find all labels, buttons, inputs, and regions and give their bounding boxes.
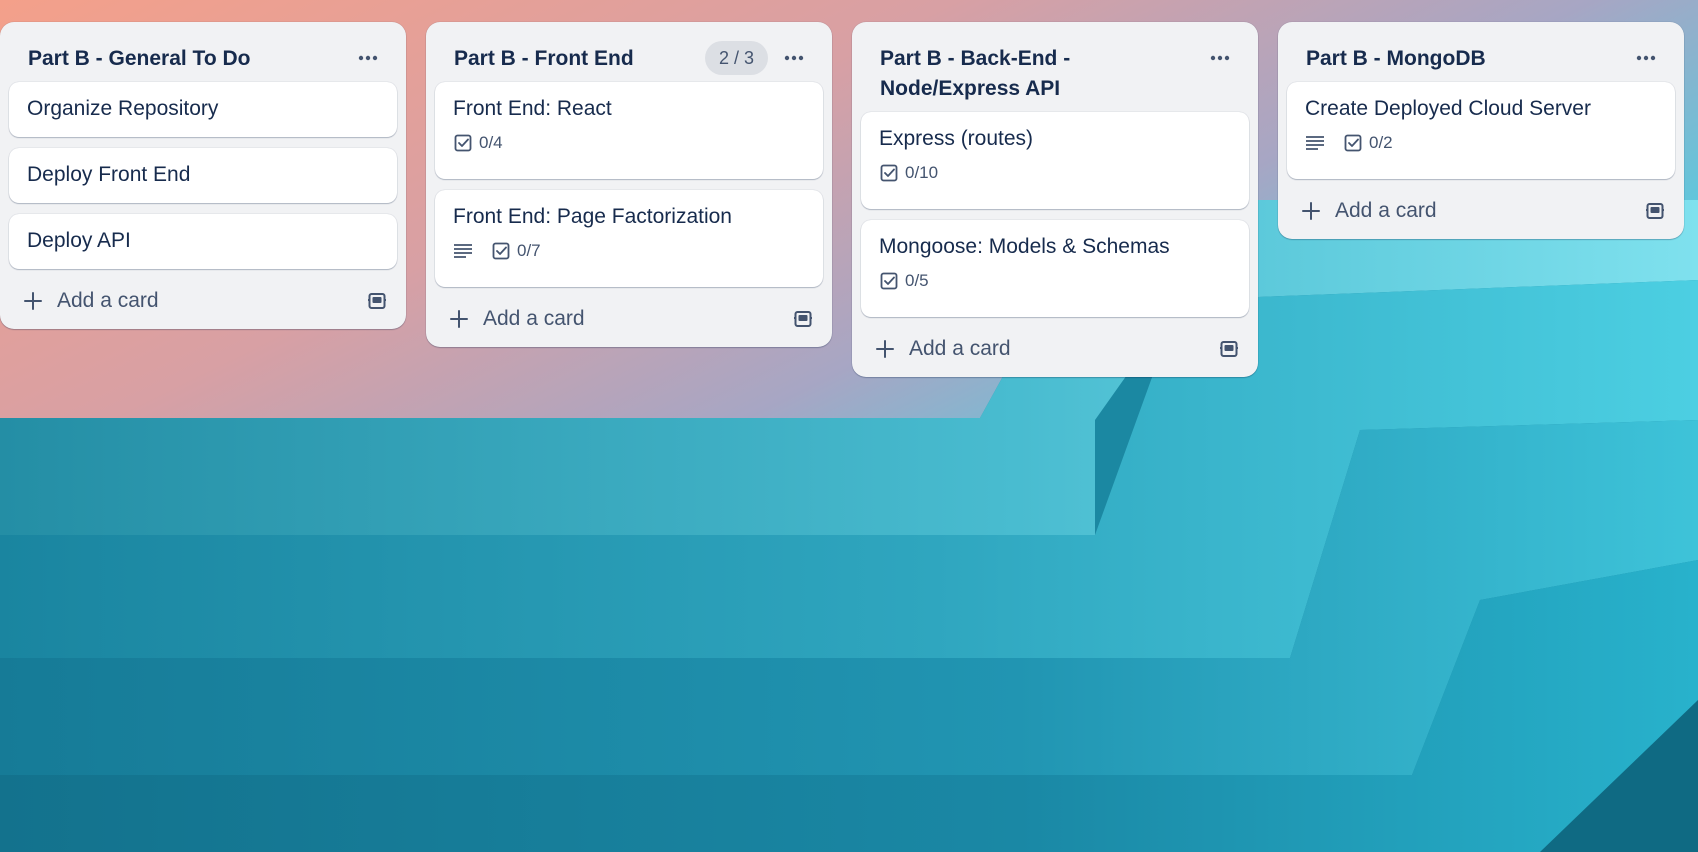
list-general-to-do: Part B - General To Do Organize Reposito… [0, 22, 406, 329]
list-title[interactable]: Part B - MongoDB [1306, 44, 1595, 74]
plus-icon [873, 337, 897, 361]
description-icon [1305, 135, 1325, 151]
plus-icon [447, 307, 471, 331]
checklist-icon [492, 242, 510, 260]
description-icon [453, 243, 473, 259]
checklist-icon [880, 164, 898, 182]
create-from-template-button[interactable] [789, 305, 817, 333]
card-list: Organize Repository Deploy Front End Dep… [9, 74, 397, 269]
list-title[interactable]: Part B - Front End [454, 44, 743, 74]
checklist-badge: 0/7 [491, 241, 541, 261]
card-list: Express (routes) 0/10 Mongoose: Models &… [861, 104, 1249, 317]
add-card-button[interactable]: Add a card [861, 321, 1249, 377]
card-template-icon [794, 311, 812, 327]
list-menu-button[interactable] [775, 39, 813, 77]
checklist-icon [880, 272, 898, 290]
list-mongodb: Part B - MongoDB Create Deployed Cloud S… [1278, 22, 1684, 239]
card-badges: 0/5 [879, 268, 1231, 294]
list-header[interactable]: Part B - Front End 2 / 3 [435, 22, 823, 77]
card-title: Front End: Page Factorization [453, 205, 732, 228]
create-from-template-button[interactable] [363, 287, 391, 315]
list-back-end-api: Part B - Back-End - Node/Express API Exp… [852, 22, 1258, 377]
card-badges: 0/10 [879, 160, 1231, 186]
card-deploy-front-end[interactable]: Deploy Front End [9, 148, 397, 203]
card-front-end-page-factorization[interactable]: Front End: Page Factorization 0/7 [435, 190, 823, 287]
list-header[interactable]: Part B - Back-End - Node/Express API [861, 22, 1249, 104]
card-deploy-api[interactable]: Deploy API [9, 214, 397, 269]
checklist-badge: 0/5 [879, 271, 929, 291]
card-mongoose-models-schemas[interactable]: Mongoose: Models & Schemas 0/5 [861, 220, 1249, 317]
checklist-badge: 0/10 [879, 163, 938, 183]
add-card-label: Add a card [483, 307, 585, 330]
list-title[interactable]: Part B - General To Do [28, 44, 317, 74]
card-title: Organize Repository [27, 97, 219, 120]
plus-icon [1299, 199, 1323, 223]
checklist-badge: 0/4 [453, 133, 503, 153]
checklist-count: 0/5 [905, 271, 929, 290]
card-organize-repository[interactable]: Organize Repository [9, 82, 397, 137]
add-card-label: Add a card [57, 289, 159, 312]
card-badges: 0/2 [1305, 130, 1657, 156]
card-title: Deploy Front End [27, 163, 191, 186]
create-from-template-button[interactable] [1215, 335, 1243, 363]
list-title[interactable]: Part B - Back-End - Node/Express API [880, 44, 1169, 104]
ellipsis-icon [1636, 55, 1656, 61]
checklist-icon [1344, 134, 1362, 152]
add-card-label: Add a card [909, 337, 1011, 360]
card-badges: 0/7 [453, 238, 805, 264]
card-template-icon [368, 293, 386, 309]
ellipsis-icon [358, 55, 378, 61]
add-card-button[interactable]: Add a card [1287, 183, 1675, 239]
board-lists: Part B - General To Do Organize Reposito… [0, 22, 1698, 422]
ellipsis-icon [1210, 55, 1230, 61]
card-list: Front End: React 0/4 Front End: Page Fac… [435, 74, 823, 287]
create-from-template-button[interactable] [1641, 197, 1669, 225]
card-title: Mongoose: Models & Schemas [879, 235, 1170, 258]
checklist-badge: 0/2 [1343, 133, 1393, 153]
checklist-count: 0/7 [517, 241, 541, 260]
card-title: Create Deployed Cloud Server [1305, 97, 1591, 120]
add-card-label: Add a card [1335, 199, 1437, 222]
card-badges: 0/4 [453, 130, 805, 156]
ellipsis-icon [784, 55, 804, 61]
card-front-end-react[interactable]: Front End: React 0/4 [435, 82, 823, 179]
list-front-end: Part B - Front End 2 / 3 Front End: Reac… [426, 22, 832, 347]
card-title: Deploy API [27, 229, 131, 252]
card-template-icon [1646, 203, 1664, 219]
card-template-icon [1220, 341, 1238, 357]
checklist-count: 0/4 [479, 133, 503, 152]
card-create-deployed-cloud-server[interactable]: Create Deployed Cloud Server 0/2 [1287, 82, 1675, 179]
add-card-button[interactable]: Add a card [9, 273, 397, 329]
card-title: Front End: React [453, 97, 612, 120]
list-menu-button[interactable] [1201, 39, 1239, 77]
card-list: Create Deployed Cloud Server 0/2 [1287, 74, 1675, 179]
card-express-routes[interactable]: Express (routes) 0/10 [861, 112, 1249, 209]
list-menu-button[interactable] [349, 39, 387, 77]
checklist-icon [454, 134, 472, 152]
list-menu-button[interactable] [1627, 39, 1665, 77]
card-title: Express (routes) [879, 127, 1034, 150]
plus-icon [21, 289, 45, 313]
list-header[interactable]: Part B - MongoDB [1287, 22, 1675, 74]
checklist-count: 0/2 [1369, 133, 1393, 152]
checklist-count: 0/10 [905, 163, 939, 182]
add-card-button[interactable]: Add a card [435, 291, 823, 347]
list-header[interactable]: Part B - General To Do [9, 22, 397, 74]
list-card-limit-badge: 2 / 3 [704, 41, 768, 75]
